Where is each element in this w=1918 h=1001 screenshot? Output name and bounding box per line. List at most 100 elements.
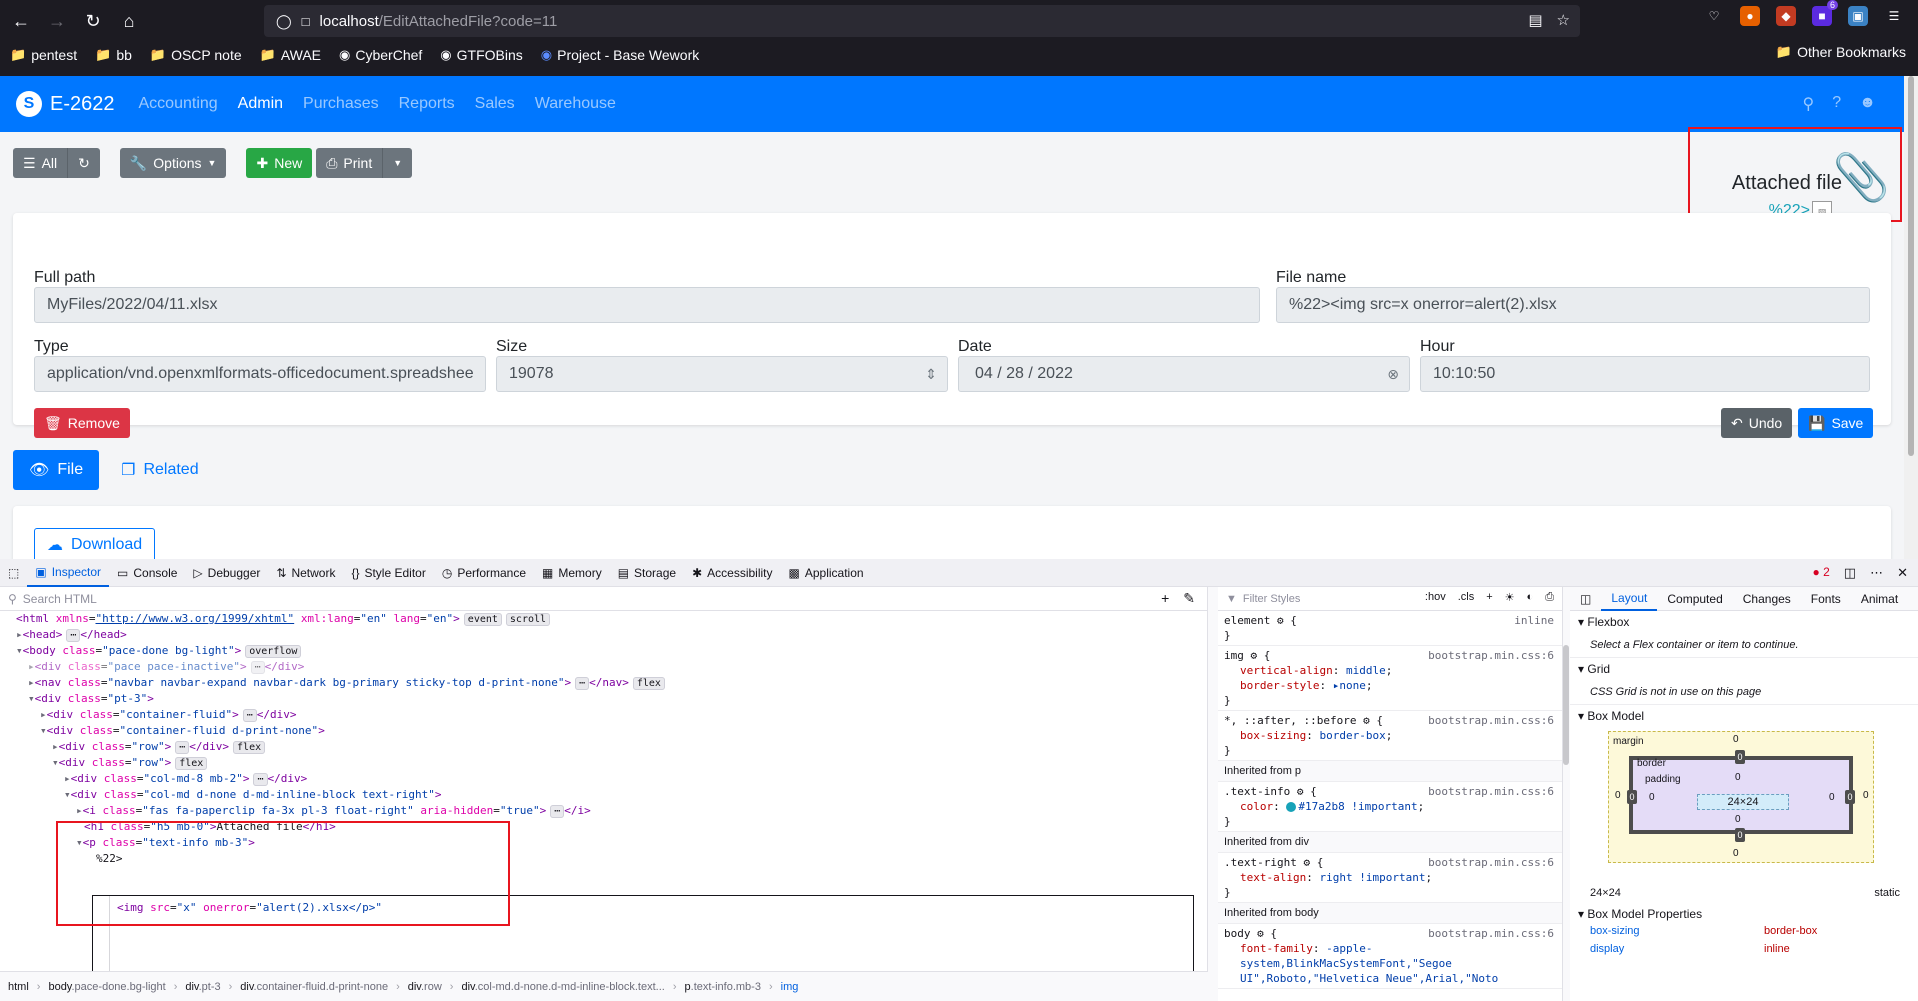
bm-border-right[interactable]: 0 [1845,790,1855,804]
reader-view-icon[interactable]: ▤ [1528,11,1542,29]
bm-border-bottom[interactable]: 0 [1735,828,1745,842]
bookmark-folder-awae[interactable]: 📁 AWAE [260,47,321,63]
tab-network[interactable]: ⇅ Network [268,559,343,587]
error-count-badge[interactable]: ● 2 [1813,565,1830,581]
light-mode-icon[interactable]: ☀ [1505,591,1515,604]
bm-content-box[interactable]: 24×24 [1697,794,1789,810]
bm-border-left[interactable]: 0 [1627,790,1637,804]
hour-field[interactable]: 10:10:50 [1420,356,1870,392]
bookmark-folder-bb[interactable]: 📁 bb [95,47,132,63]
tab-console[interactable]: ▭ Console [109,559,185,587]
close-devtools-icon[interactable]: ✕ [1897,565,1908,581]
filter-styles-input[interactable]: Filter Styles [1243,593,1300,605]
tab-style-editor[interactable]: {} Style Editor [343,559,433,587]
breadcrumb-div-pt3[interactable]: div.pt-3 [185,981,220,993]
breadcrumb-div-container[interactable]: div.container-fluid.d-print-none [240,981,388,993]
bookmark-folder-oscp[interactable]: 📁 OSCP note [150,47,242,63]
print-button[interactable]: ⎙ Print [316,148,383,178]
rule-img[interactable]: img ⚙ {bootstrap.min.css:6 vertical-align… [1218,646,1562,711]
breadcrumb-html[interactable]: html [8,981,29,993]
breadcrumb-div-row[interactable]: div.row [408,981,442,993]
rule-element[interactable]: element ⚙ {inline} [1218,611,1562,646]
type-field[interactable]: application/vnd.openxmlformats-officedoc… [34,356,486,392]
full-path-field[interactable]: MyFiles/2022/04/11.xlsx [34,287,1260,323]
bm-margin-bottom[interactable]: 0 [1733,848,1739,859]
url-bar[interactable]: ◯ □ localhost/EditAttachedFile?code=11 ▤… [264,5,1580,37]
bookmark-star-icon[interactable]: ☆ [1557,11,1570,29]
menu-item-purchases[interactable]: Purchases [303,95,379,113]
tab-fonts[interactable]: Fonts [1801,587,1851,611]
bm-margin-right[interactable]: 0 [1863,790,1869,801]
markup-line[interactable]: ▸<div class="container-fluid"> ⋯ </div> [40,707,297,723]
tab-related[interactable]: ❐ Related [113,460,207,480]
menu-icon[interactable]: ☰ [1884,6,1904,26]
sidebar-toggle-icon[interactable]: ◫ [1570,587,1601,611]
bm-prop-row[interactable]: display inline [1590,943,1790,955]
boxmodel-section[interactable]: ▾ Box Model [1570,705,1918,727]
brand[interactable]: S E-2622 [16,91,115,117]
menu-item-reports[interactable]: Reports [399,95,455,113]
remove-button[interactable]: 🗑 Remove [34,408,130,438]
rule-universal[interactable]: *, ::after, ::before ⚙ {bootstrap.min.cs… [1218,711,1562,761]
hov-toggle[interactable]: :hov [1425,591,1446,604]
breadcrumb-div-col[interactable]: div.col-md.d-none.d-md-inline-block.text… [461,981,664,993]
menu-item-warehouse[interactable]: Warehouse [535,95,616,113]
bookmark-folder-pentest[interactable]: 📁 pentest [10,47,77,63]
filter-styles[interactable]: ▼ Filter Styles :hov .cls + ☀ ◐ ⎙ [1218,587,1562,611]
pocket-icon[interactable]: ♡ [1704,6,1724,26]
tab-computed[interactable]: Computed [1657,587,1732,611]
bm-border-top[interactable]: 0 [1735,750,1745,764]
bm-margin-left[interactable]: 0 [1615,790,1621,801]
extension-fox-icon[interactable]: ● [1740,6,1760,26]
markup-line[interactable]: ▸<head> ⋯ </head> [16,627,127,643]
dock-icon[interactable]: ◫ [1844,565,1856,581]
options-button[interactable]: 🔧 Options ▼ [119,148,227,178]
search-icon[interactable]: ⚲ [1803,94,1815,114]
bm-padding-top[interactable]: 0 [1735,772,1741,783]
bm-padding-left[interactable]: 0 [1649,792,1655,803]
refresh-button[interactable]: ↻ [67,148,100,178]
element-picker-icon[interactable]: ⬚ [0,559,27,587]
markup-line[interactable]: ▸<div class="row"> ⋯ </div> flex [52,739,266,755]
extension-wappalyzer-icon[interactable]: ◆ [1776,6,1796,26]
boxmodel-props-section[interactable]: ▾ Box Model Properties [1570,903,1710,925]
breadcrumb-body[interactable]: body.pace-done.bg-light [48,981,165,993]
tab-memory[interactable]: ▦ Memory [534,559,610,587]
bm-margin-top[interactable]: 0 [1733,734,1739,745]
cls-toggle[interactable]: .cls [1458,591,1475,604]
tab-inspector[interactable]: ▣ Inspector [27,559,110,587]
date-field[interactable]: 04 / 28 / 2022 ⊗ [958,356,1410,392]
forward-icon[interactable]: → [42,6,72,36]
print-dropdown-button[interactable]: ▼ [382,148,413,178]
markup-line[interactable]: ▾<div class="pt-3"> [28,691,154,707]
tab-layout[interactable]: Layout [1601,587,1658,611]
tab-accessibility[interactable]: ✱ Accessibility [684,559,780,587]
breadcrumb-p[interactable]: p.text-info.mb-3 [685,981,761,993]
markup-line[interactable]: ▾<div class="col-md d-none d-md-inline-b… [64,787,442,803]
undo-button[interactable]: ↶ Undo [1721,408,1793,438]
bookmark-cyberchef[interactable]: ◉ CyberChef [339,47,422,63]
bm-prop-row[interactable]: box-sizing border-box [1590,925,1817,937]
bookmark-project[interactable]: ◉ Project - Base Wework [541,47,699,63]
other-bookmarks[interactable]: 📁 Other Bookmarks [1776,44,1906,60]
page-scrollbar-thumb[interactable] [1908,76,1914,456]
dark-mode-icon[interactable]: ◐ [1527,591,1534,604]
menu-item-admin[interactable]: Admin [238,95,283,113]
all-button[interactable]: ☰ All [13,148,68,178]
markup-line[interactable]: ▸<i class="fas fa-paperclip fa-3x pl-3 f… [76,803,591,819]
html-search-input[interactable]: Search HTML [23,592,97,606]
save-button[interactable]: 💾 Save [1798,408,1874,438]
grid-section[interactable]: ▾ Grid [1570,658,1918,680]
extension-badge-icon[interactable]: ■ 6 [1812,0,1838,26]
user-icon[interactable]: ☻ [1859,94,1876,114]
bm-padding-bottom[interactable]: 0 [1735,814,1741,825]
markup-line[interactable]: ▾<div class="row"> flex [52,755,208,771]
bm-padding-right[interactable]: 0 [1829,792,1835,803]
reload-icon[interactable]: ↻ [78,6,108,36]
more-options-icon[interactable]: ⋯ [1870,565,1883,581]
rule-text-right[interactable]: .text-right ⚙ {bootstrap.min.css:6 text-a… [1218,853,1562,903]
menu-item-sales[interactable]: Sales [475,95,515,113]
add-rule-icon[interactable]: + [1486,591,1492,604]
download-button[interactable]: ☁ Download [34,528,156,559]
tab-debugger[interactable]: ▷ Debugger [185,559,268,587]
